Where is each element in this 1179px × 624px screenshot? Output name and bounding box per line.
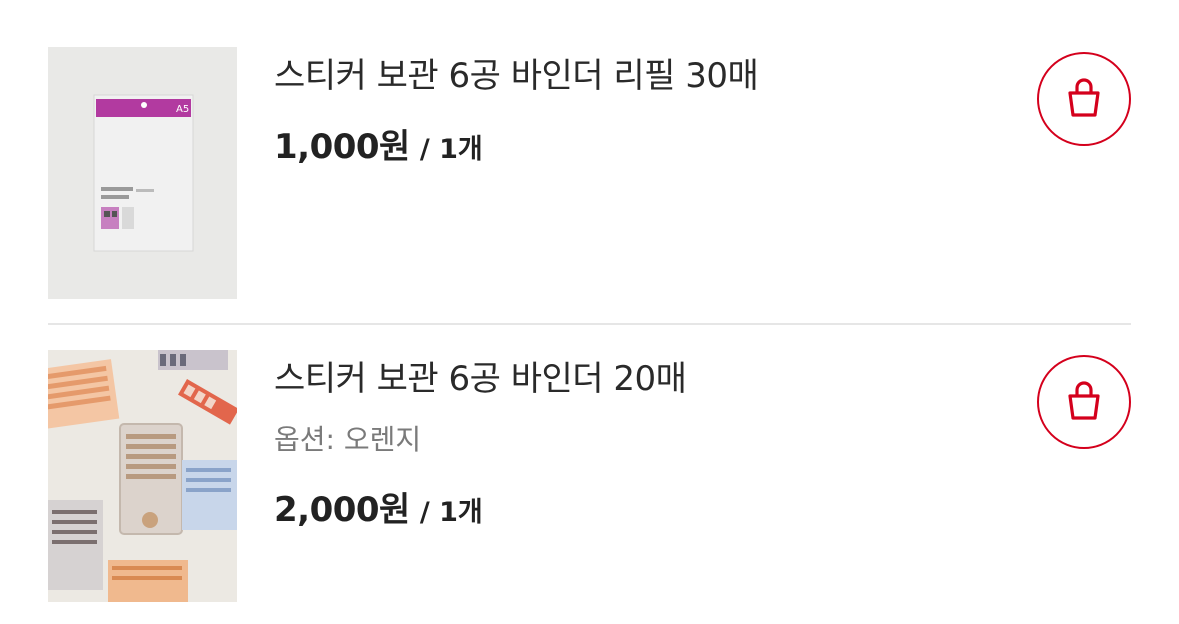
divider (48, 323, 1131, 325)
add-to-cart-button[interactable] (1037, 355, 1131, 449)
product-title[interactable]: 스티커 보관 6공 바인더 리필 30매 (274, 51, 994, 101)
shopping-bag-icon (1068, 381, 1100, 420)
list-item: A5 스티커 보관 6공 바인더 리필 30매 1,000원 / 1개 (48, 47, 1131, 299)
add-to-cart-button[interactable] (1037, 52, 1131, 146)
product-price: 1,000원 (274, 127, 410, 167)
shopping-bag-icon (1068, 78, 1100, 117)
product-title[interactable]: 스티커 보관 6공 바인더 20매 (274, 354, 994, 404)
list-item: 스티커 보관 6공 바인더 20매 옵션: 오렌지 2,000원 / 1개 (48, 350, 1131, 602)
product-thumbnail[interactable]: A5 (48, 47, 237, 299)
product-quantity: / 1개 (419, 134, 483, 165)
product-quantity: / 1개 (419, 497, 483, 528)
price-row: 2,000원 / 1개 (274, 482, 994, 531)
price-row: 1,000원 / 1개 (274, 119, 994, 168)
product-option: 옵션: 오렌지 (274, 423, 422, 456)
cart-item-list: A5 스티커 보관 6공 바인더 리필 30매 1,000원 / 1개 스티커 보… (0, 0, 1179, 624)
item-info: 스티커 보관 6공 바인더 리필 30매 1,000원 / 1개 (274, 47, 994, 168)
item-info: 스티커 보관 6공 바인더 20매 옵션: 오렌지 2,000원 / 1개 (274, 350, 994, 531)
thumb-label: A5 (176, 104, 189, 115)
product-price: 2,000원 (274, 490, 410, 530)
product-thumbnail[interactable] (48, 350, 237, 602)
